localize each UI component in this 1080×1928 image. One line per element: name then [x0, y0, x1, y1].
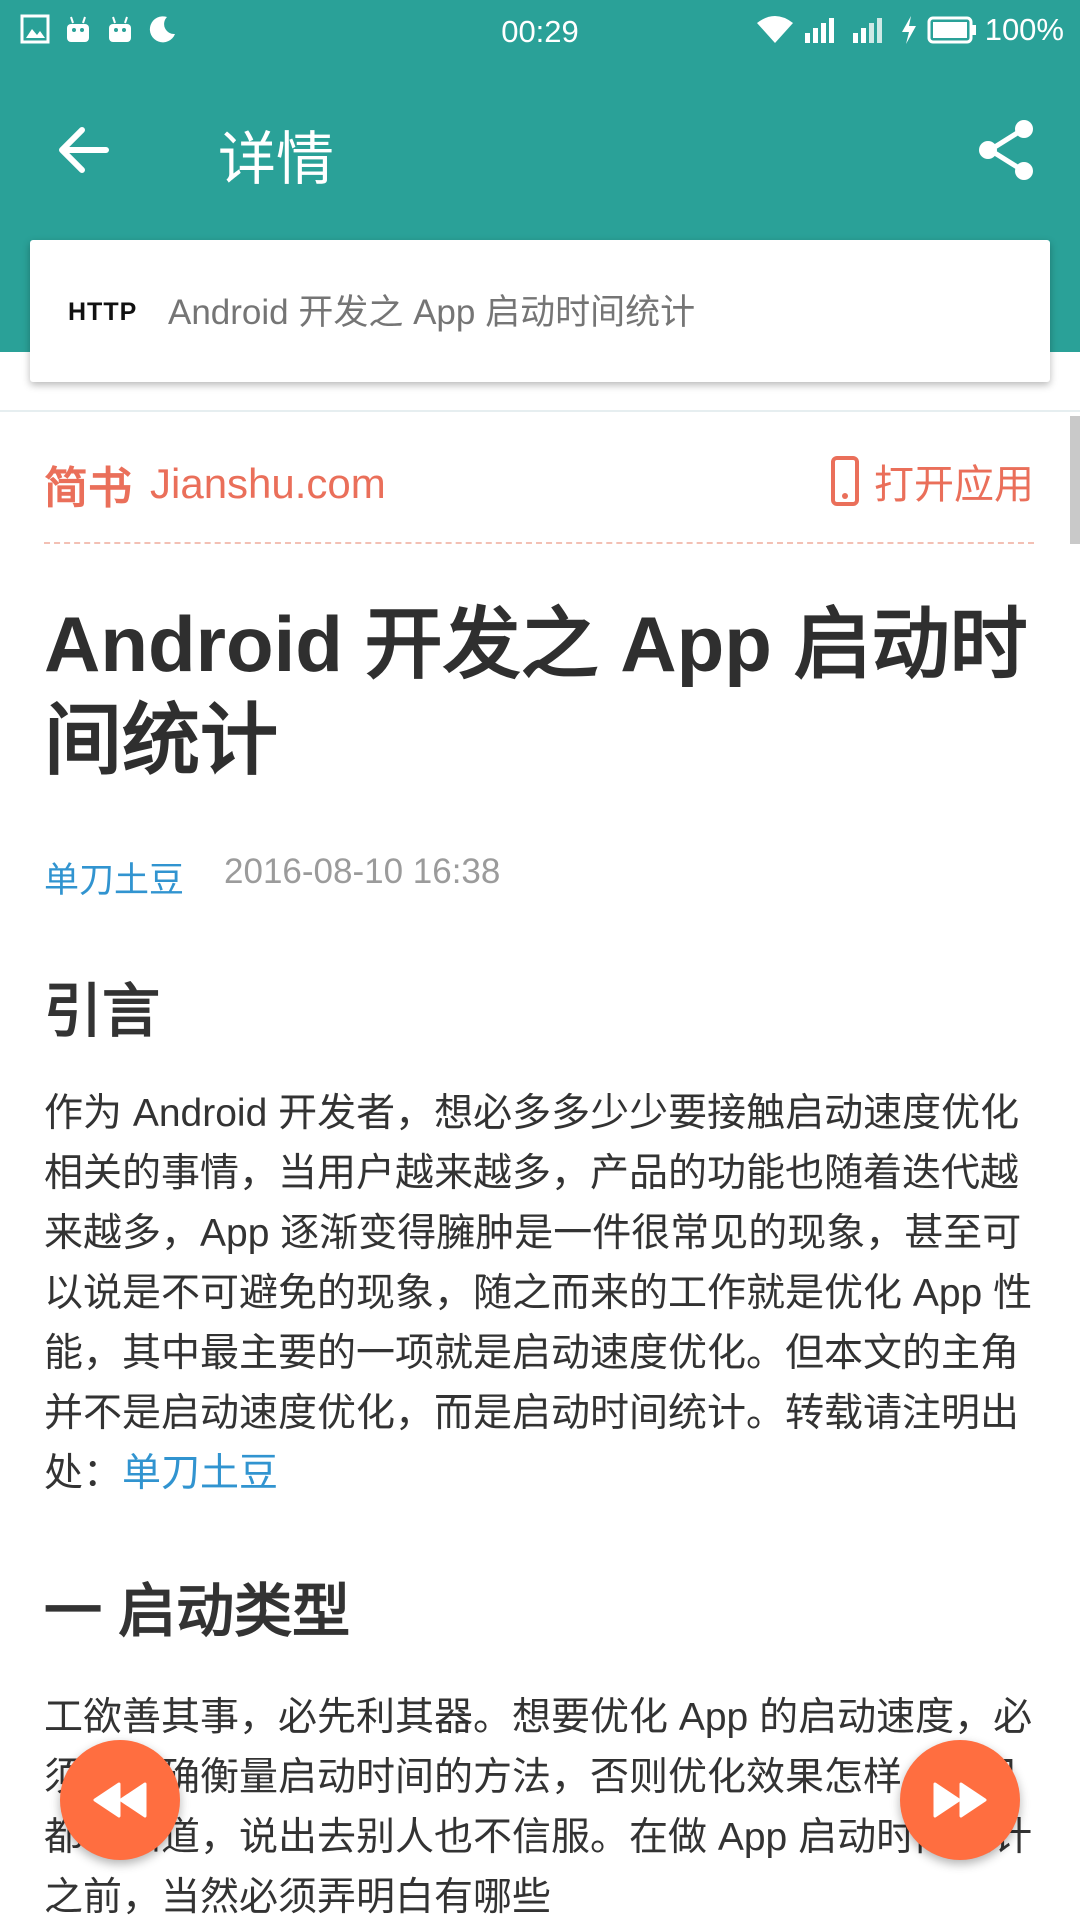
section-paragraph: 工欲善其事，必先利其器。想要优化 App 的启动速度，必须有准确衡量启动时间的方… — [44, 1696, 1033, 1919]
arrow-left-icon — [59, 127, 109, 173]
webview-content[interactable]: 简书 Jianshu.com 打开应用 Android 开发之 App 启动时间… — [0, 410, 1080, 1922]
rewind-icon — [93, 1782, 147, 1818]
wifi-icon — [756, 16, 793, 43]
logo-domain: Jianshu.com — [150, 460, 386, 507]
section-paragraph: 作为 Android 开发者，想必多多少少要接触启动速度优化相关的事情，当用户越… — [44, 1084, 1040, 1504]
paragraph-text: 作为 Android 开发者，想必多多少少要接触启动速度优化相关的事情，当用户越… — [44, 1092, 1033, 1495]
scrollbar-thumb[interactable] — [1070, 416, 1080, 544]
status-bar: 00:29 100% — [0, 0, 1080, 66]
app-bar: 详情 — [0, 80, 1080, 220]
open-app-button[interactable]: 打开应用 — [830, 452, 1034, 510]
url-card[interactable]: HTTP Android 开发之 App 启动时间统计 — [30, 240, 1050, 382]
charging-icon — [901, 16, 916, 44]
back-button[interactable] — [50, 116, 118, 184]
signal-icon — [804, 18, 834, 43]
signal-icon — [852, 18, 882, 43]
share-button[interactable] — [972, 116, 1040, 184]
section-heading: 一 启动类型 — [44, 1579, 351, 1644]
rewind-button[interactable] — [60, 1740, 180, 1860]
article-meta: 单刀土豆 2016-08-10 16:38 — [44, 852, 500, 903]
battery-icon — [927, 16, 976, 44]
page-title: 详情 — [218, 127, 335, 192]
author-link[interactable]: 单刀土豆 — [44, 852, 184, 903]
header-divider — [44, 542, 1034, 544]
site-header: 简书 Jianshu.com 打开应用 — [44, 452, 1034, 524]
logo-cn: 简书 — [44, 464, 132, 513]
fast-forward-icon — [933, 1782, 987, 1818]
jianshu-logo[interactable]: 简书 Jianshu.com — [44, 452, 386, 516]
open-app-label: 打开应用 — [874, 463, 1034, 507]
section-heading: 引言 — [44, 979, 161, 1044]
article-date: 2016-08-10 16:38 — [224, 852, 501, 891]
source-link[interactable]: 单刀土豆 — [122, 1452, 278, 1495]
share-icon — [979, 120, 1033, 180]
battery-percent: 100% — [984, 12, 1064, 47]
url-protocol: HTTP — [68, 298, 138, 326]
url-page-title: Android 开发之 App 启动时间统计 — [168, 293, 696, 332]
phone-icon — [831, 456, 859, 506]
fast-forward-button[interactable] — [900, 1740, 1020, 1860]
article-title: Android 开发之 App 启动时间统计 — [44, 600, 1028, 784]
status-right-icons: 100% — [755, 12, 1064, 48]
